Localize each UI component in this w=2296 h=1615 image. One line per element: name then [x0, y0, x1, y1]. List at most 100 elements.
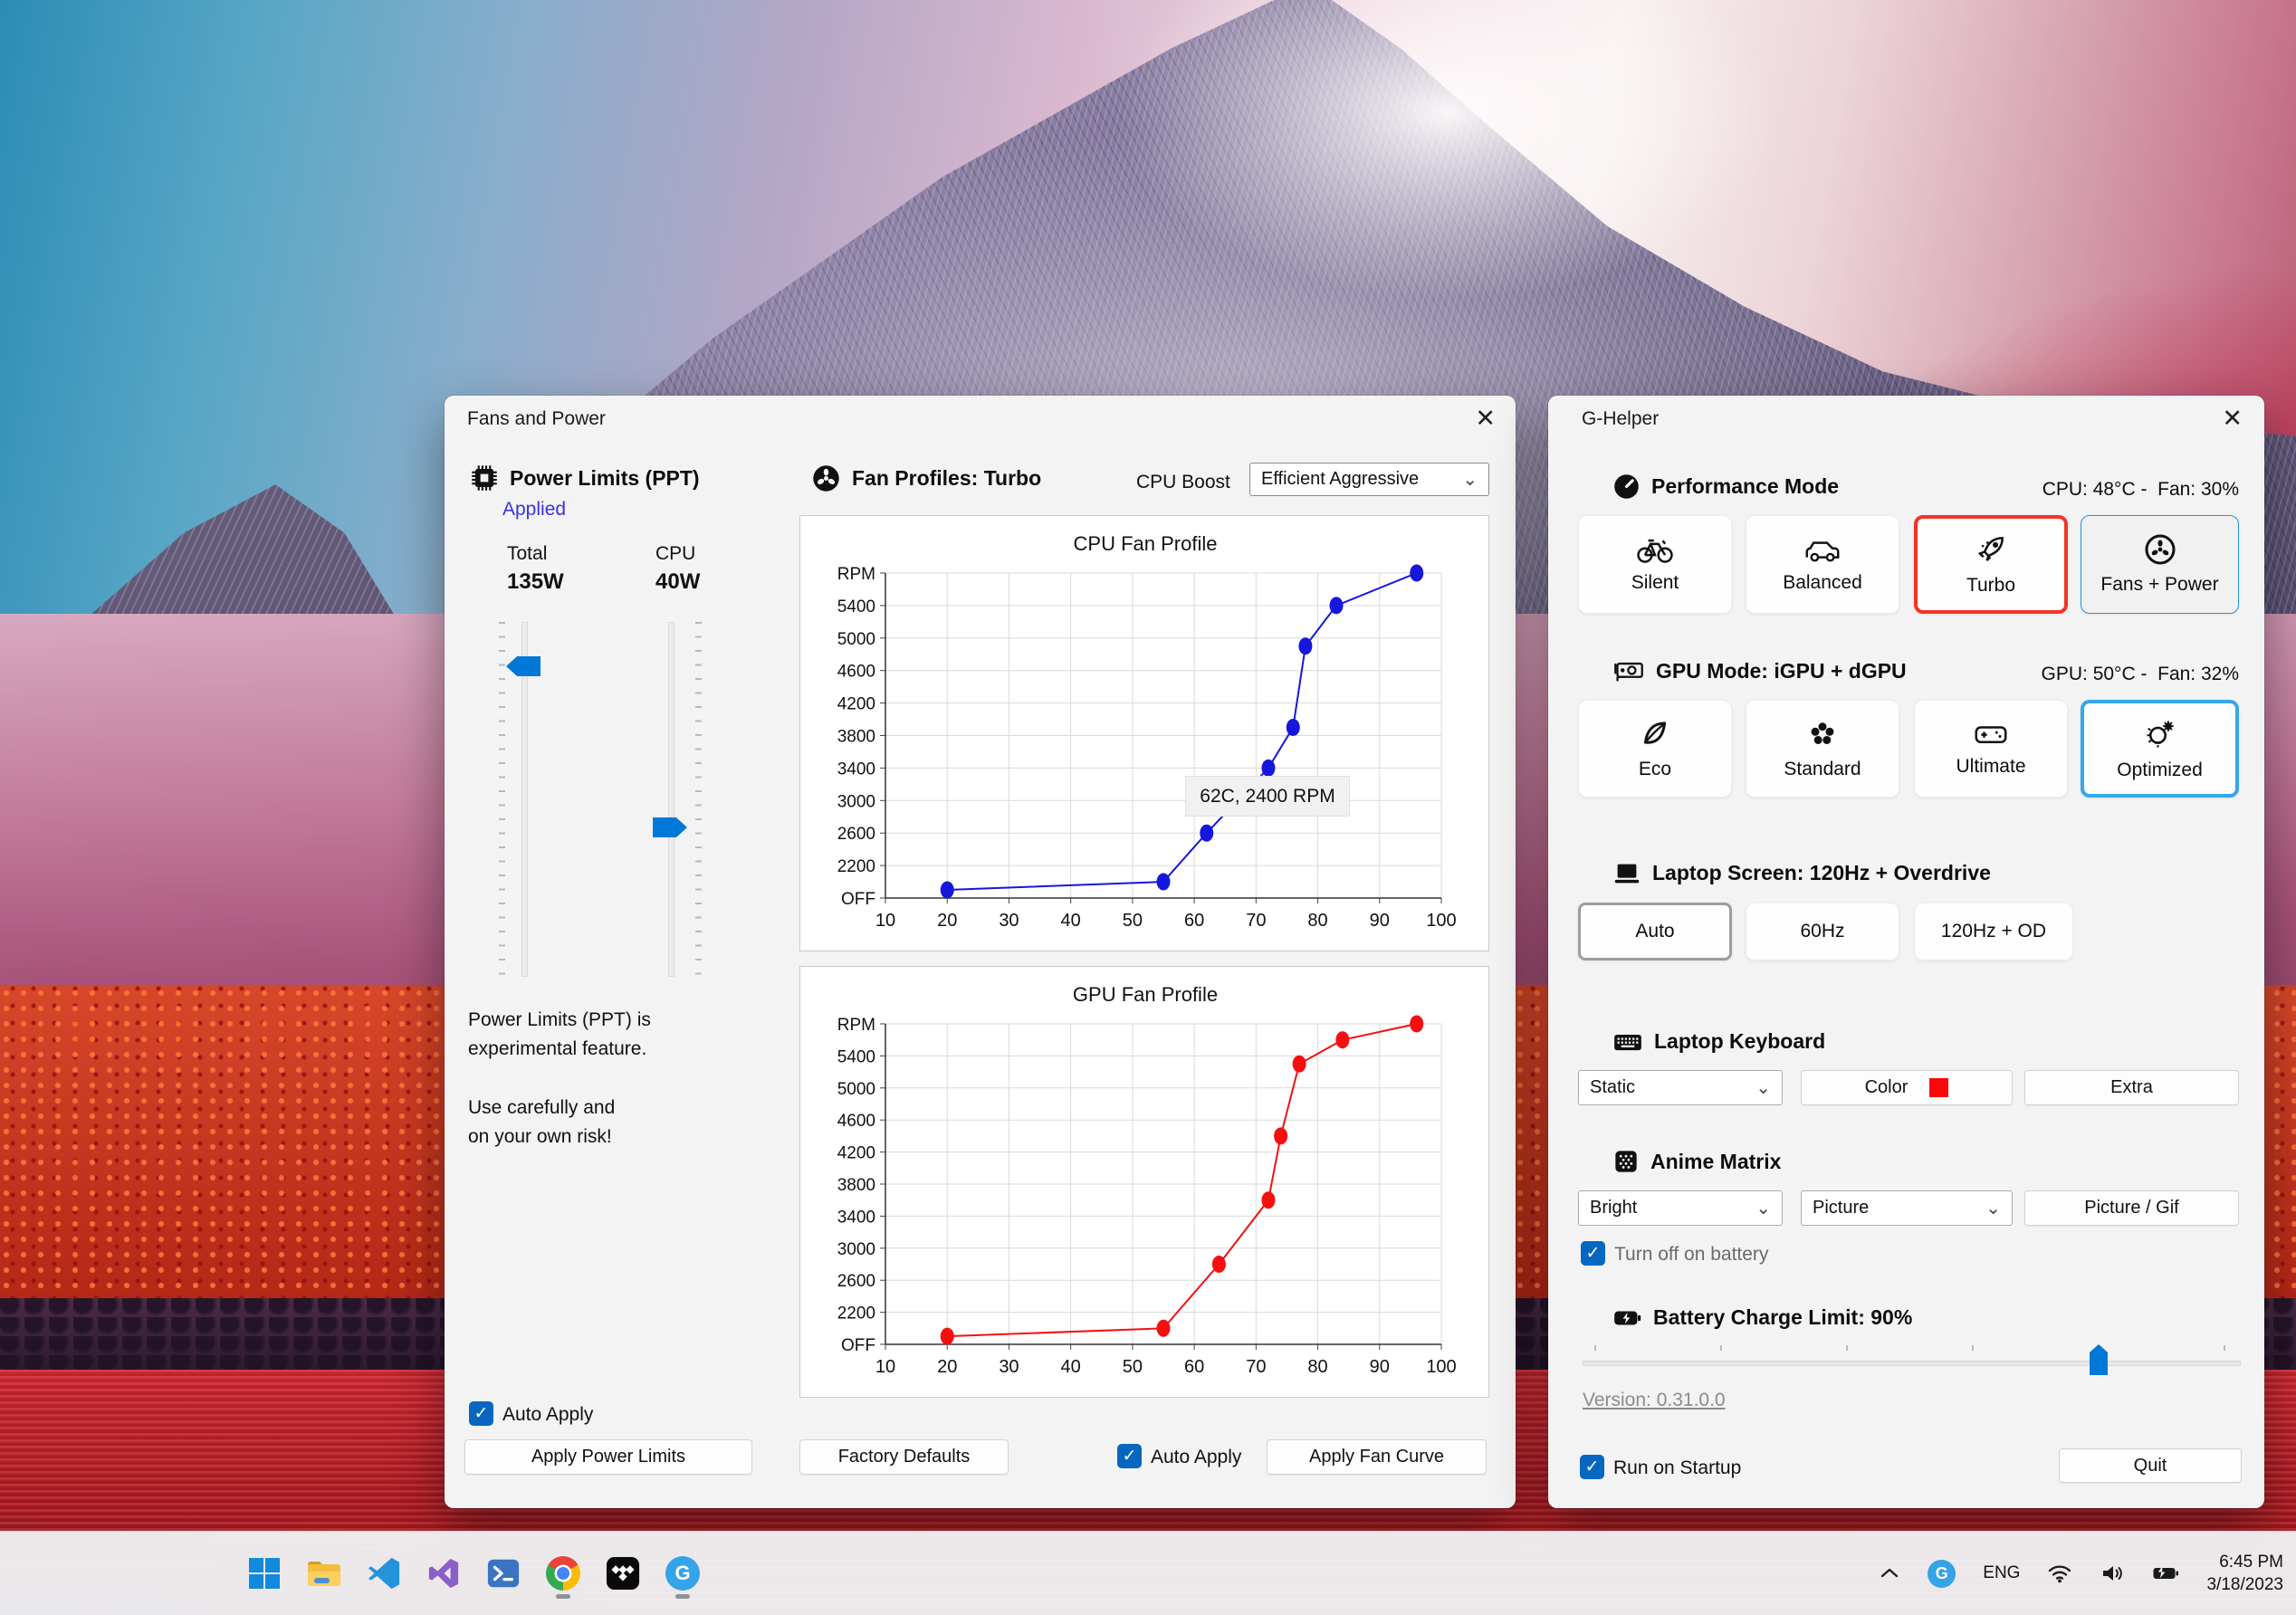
start-button[interactable]	[246, 1544, 282, 1602]
terminal-button[interactable]	[485, 1544, 521, 1602]
keyboard-mode-value: Static	[1590, 1077, 1636, 1097]
tidal-icon	[606, 1556, 640, 1591]
wifi-icon[interactable]	[2047, 1563, 2072, 1583]
tray-clock[interactable]: 6:45 PM 3/18/2023	[2206, 1551, 2283, 1596]
check-icon: ✓	[1584, 1457, 1600, 1476]
keyboard-mode-select[interactable]: Static ⌄	[1578, 1070, 1783, 1105]
file-explorer-button[interactable]	[306, 1544, 342, 1602]
screen-button-60hz[interactable]: 60Hz	[1746, 903, 1899, 960]
applied-link[interactable]: Applied	[502, 499, 566, 521]
gpu-card-icon	[1614, 662, 1643, 682]
cpu-fan-chart-svg[interactable]: OFF 2200 2600 3000 3400 3800 4200 4600 5000 5400 R…	[800, 516, 1490, 952]
car-icon	[1805, 541, 1840, 562]
svg-text:2200: 2200	[837, 1304, 875, 1324]
factory-defaults-button[interactable]: Factory Defaults	[799, 1439, 1009, 1475]
cpu-fan-chart[interactable]: OFF 2200 2600 3000 3400 3800 4200 4600 5000 5400 R…	[799, 515, 1489, 951]
keyboard-color-label: Color	[1864, 1077, 1909, 1097]
fan-profiles-heading: Fan Profiles: Turbo	[812, 464, 1041, 492]
auto-apply-fan-checkbox[interactable]: ✓	[1117, 1444, 1142, 1468]
mode-button-balanced[interactable]: Balanced	[1746, 515, 1899, 614]
vscode-button[interactable]	[366, 1544, 402, 1602]
anime-mode-select[interactable]: Picture ⌄	[1801, 1190, 2013, 1226]
version-link[interactable]: Version: 0.31.0.0	[1583, 1390, 1726, 1411]
apply-power-limits-button[interactable]: Apply Power Limits	[464, 1439, 752, 1475]
svg-text:CPU Fan Profile: CPU Fan Profile	[1074, 532, 1218, 555]
keyboard-icon	[1614, 1034, 1641, 1050]
svg-text:30: 30	[999, 1357, 1019, 1377]
screen-button-auto[interactable]: Auto	[1578, 903, 1732, 960]
rocket-icon	[1977, 537, 2004, 561]
svg-text:2200: 2200	[837, 857, 875, 876]
window-title: G-Helper	[1582, 408, 1660, 429]
gpu-fan-chart[interactable]: OFF 2200 2600 3000 3400 3800 4200 4600 5000 5400 R…	[799, 966, 1489, 1398]
svg-text:40: 40	[1061, 1357, 1081, 1377]
gpu-mode-heading: GPU Mode: iGPU + dGPU	[1613, 658, 1907, 683]
power-limits-heading: Power Limits (PPT)	[471, 464, 700, 492]
svg-text:60: 60	[1184, 911, 1204, 931]
cpu-slider-thumb[interactable]	[653, 817, 687, 837]
desktop: Fans and Power ✕ Power Limits (PPT) Appl…	[0, 0, 2296, 1615]
quit-button[interactable]: Quit	[2059, 1448, 2242, 1483]
svg-text:GPU Fan Profile: GPU Fan Profile	[1073, 983, 1218, 1006]
gpu-button-ultimate[interactable]: Ultimate	[1914, 700, 2068, 798]
gpu-button-standard[interactable]: Standard	[1746, 700, 1899, 798]
gpu-button-optimized[interactable]: Optimized	[2081, 700, 2239, 798]
g-helper-tray-icon[interactable]: G	[1928, 1559, 1956, 1588]
turn-off-on-battery-checkbox[interactable]: ✓	[1581, 1241, 1605, 1266]
screen-button-120hz-od[interactable]: 120Hz + OD	[1914, 903, 2073, 960]
fan-icon	[2145, 534, 2175, 565]
auto-apply-power-label: Auto Apply	[502, 1404, 594, 1425]
svg-text:4600: 4600	[837, 1112, 875, 1131]
close-icon[interactable]: ✕	[1475, 406, 1496, 431]
auto-apply-power-checkbox[interactable]: ✓	[469, 1401, 493, 1426]
total-slider-ticks	[499, 622, 505, 977]
close-icon[interactable]: ✕	[2222, 406, 2243, 431]
cpu-boost-select[interactable]: Efficient Aggressive ⌄	[1249, 463, 1489, 496]
cpu-slider-ticks	[695, 622, 702, 977]
svg-text:5000: 5000	[837, 1080, 875, 1099]
svg-text:10: 10	[875, 911, 895, 931]
visual-studio-icon	[428, 1558, 459, 1589]
ppt-warning-text: Power Limits (PPT) is experimental featu…	[468, 1009, 651, 1147]
performance-mode-heading: Performance Mode	[1613, 473, 1839, 500]
system-tray: G ENG 6:45 PM 3/18/2023	[1879, 1532, 2283, 1615]
chevron-down-icon: ⌄	[1462, 470, 1478, 490]
apply-fan-curve-button[interactable]: Apply Fan Curve	[1267, 1439, 1487, 1475]
mode-button-fans-power[interactable]: Fans + Power	[2081, 515, 2239, 614]
svg-text:20: 20	[937, 1357, 957, 1377]
gpu-button-eco[interactable]: Eco	[1578, 700, 1732, 798]
g-helper-button[interactable]: G	[665, 1544, 701, 1602]
visual-studio-button[interactable]	[426, 1544, 462, 1602]
tidal-button[interactable]	[605, 1544, 641, 1602]
language-indicator[interactable]: ENG	[1983, 1563, 2020, 1583]
svg-text:30: 30	[999, 911, 1019, 931]
keyboard-color-button[interactable]: Color	[1801, 1070, 2013, 1105]
svg-text:OFF: OFF	[841, 890, 875, 909]
mode-button-turbo[interactable]: Turbo	[1914, 515, 2068, 614]
svg-text:OFF: OFF	[841, 1336, 875, 1355]
run-on-startup-checkbox[interactable]: ✓	[1580, 1455, 1604, 1479]
total-slider-thumb[interactable]	[506, 656, 541, 676]
svg-text:5400: 5400	[837, 597, 875, 616]
svg-text:100: 100	[1426, 1357, 1456, 1377]
battery-icon[interactable]	[2152, 1564, 2179, 1582]
matrix-grid-icon	[1615, 1151, 1637, 1172]
svg-text:4200: 4200	[837, 695, 875, 714]
taskbar: G G ENG 6:45 PM 3/18/2023	[0, 1531, 2296, 1615]
cpu-slider-track[interactable]	[668, 622, 674, 977]
chrome-icon	[546, 1556, 580, 1591]
svg-text:90: 90	[1370, 1357, 1390, 1377]
mode-button-silent[interactable]: Silent	[1578, 515, 1732, 614]
gpu-fan-chart-svg[interactable]: OFF 2200 2600 3000 3400 3800 4200 4600 5000 5400 R…	[800, 967, 1490, 1399]
anime-picture-gif-button[interactable]: Picture / Gif	[2024, 1190, 2239, 1226]
chrome-button[interactable]	[545, 1544, 581, 1602]
volume-icon[interactable]	[2100, 1562, 2125, 1584]
fan-icon	[813, 465, 839, 492]
svg-text:RPM: RPM	[837, 1016, 875, 1035]
keyboard-extra-button[interactable]: Extra	[2024, 1070, 2239, 1105]
chevron-down-icon: ⌄	[1755, 1078, 1771, 1098]
anime-matrix-heading: Anime Matrix	[1613, 1149, 1781, 1174]
anime-brightness-select[interactable]: Bright ⌄	[1578, 1190, 1783, 1226]
chevron-up-icon[interactable]	[1879, 1565, 1900, 1582]
battery-slider-track[interactable]	[1583, 1361, 2241, 1366]
